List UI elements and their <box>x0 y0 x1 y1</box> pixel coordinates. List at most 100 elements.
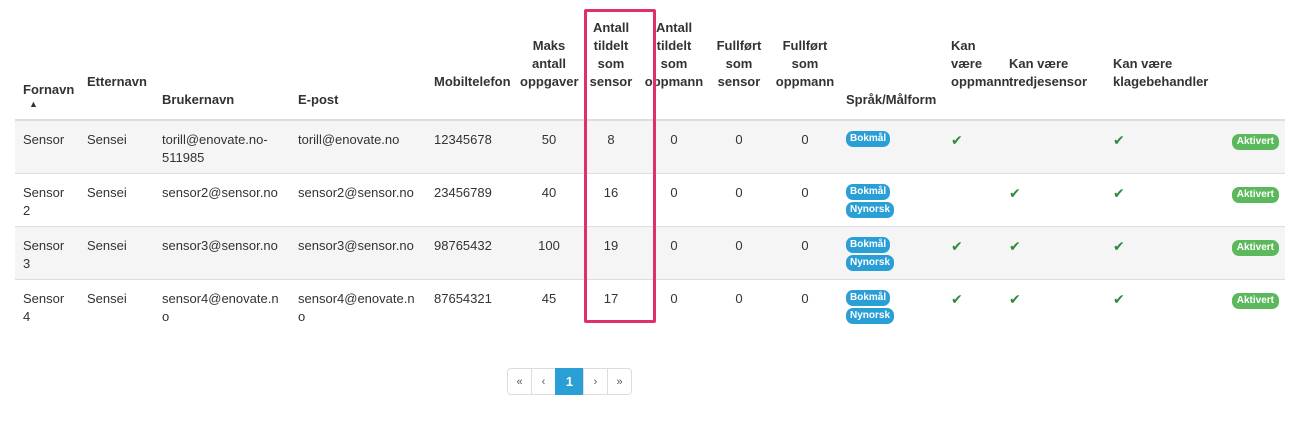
cell-kan-tredje <box>1001 119 1105 173</box>
cell-epost: sensor4@enovate.no <box>290 278 426 332</box>
language-badge-bokmal: Bokmål <box>846 236 891 253</box>
cell-status: Aktivert <box>1205 225 1285 279</box>
cell-fornavn: Sensor 2 <box>15 172 79 226</box>
cell-sprak: Bokmål Nynorsk <box>838 172 943 226</box>
status-badge: Aktivert <box>1231 186 1279 203</box>
cell-mobil: 23456789 <box>426 172 518 226</box>
cell-fullfort-sensor: 0 <box>706 172 772 226</box>
pagination-first-button[interactable]: « <box>507 368 532 395</box>
header-mobil[interactable]: Mobiltelefon <box>426 0 518 121</box>
cell-kan-tredje: ✔ <box>1001 278 1105 332</box>
header-kan-klage[interactable]: Kan være klagebehandler <box>1105 0 1209 121</box>
table-row[interactable]: Sensor 2 Sensei sensor2@sensor.no sensor… <box>15 172 1285 226</box>
header-fullfort-sensor[interactable]: Fullført som sensor <box>706 0 772 121</box>
cell-oppmann-count: 0 <box>642 119 706 173</box>
cell-oppmann-count: 0 <box>642 172 706 226</box>
cell-fornavn: Sensor 3 <box>15 225 79 279</box>
header-epost-label: E-post <box>298 92 339 107</box>
cell-status: Aktivert <box>1205 119 1285 173</box>
table-row[interactable]: Sensor 4 Sensei sensor4@enovate.no senso… <box>15 278 1285 332</box>
cell-status: Aktivert <box>1205 278 1285 332</box>
header-fornavn-label: Fornavn <box>23 82 75 97</box>
cell-kan-klage: ✔ <box>1105 172 1205 226</box>
pagination-prev-button[interactable]: ‹ <box>531 368 556 395</box>
status-badge: Aktivert <box>1231 239 1279 256</box>
header-kan-tredje[interactable]: Kan være tredjesensor <box>1001 0 1105 121</box>
cell-kan-oppmann: ✔ <box>943 278 1001 332</box>
cell-fullfort-oppmann: 0 <box>772 119 838 173</box>
table-row[interactable]: Sensor Sensei torill@enovate.no-511985 t… <box>15 119 1285 173</box>
cell-epost: torill@enovate.no <box>290 119 426 173</box>
cell-etternavn: Sensei <box>79 278 154 332</box>
cell-oppmann-count: 0 <box>642 278 706 332</box>
header-status <box>1205 0 1285 121</box>
header-fullfort-oppmann[interactable]: Fullført som oppmann <box>772 0 838 121</box>
header-kan-klage-label: Kan være klagebehandler <box>1113 56 1209 89</box>
language-badge-bokmal: Bokmål <box>846 289 891 306</box>
header-fornavn[interactable]: Fornavn ▲ <box>15 0 79 121</box>
cell-brukernavn: sensor4@enovate.no <box>154 278 290 332</box>
cell-maks: 40 <box>518 172 580 226</box>
table-header-row: Fornavn ▲ Etternavn Brukernavn E-post Mo… <box>15 0 1285 121</box>
cell-sensor-count: 8 <box>580 119 642 173</box>
cell-status: Aktivert <box>1205 172 1285 226</box>
cell-brukernavn: sensor2@sensor.no <box>154 172 290 226</box>
header-oppmann-count-label: Antall tildelt som oppmann <box>644 20 704 89</box>
cell-fullfort-sensor: 0 <box>706 278 772 332</box>
header-brukernavn-label: Brukernavn <box>162 92 235 107</box>
cell-kan-oppmann: ✔ <box>943 225 1001 279</box>
header-fullfort-oppmann-label: Fullført som oppmann <box>775 38 835 89</box>
header-etternavn[interactable]: Etternavn <box>79 0 154 121</box>
cell-fornavn: Sensor 4 <box>15 278 79 332</box>
cell-fornavn: Sensor <box>15 119 79 173</box>
pagination: « ‹ 1 › » <box>507 368 632 395</box>
cell-sprak: Bokmål Nynorsk <box>838 225 943 279</box>
cell-sprak: Bokmål <box>838 119 943 173</box>
cell-mobil: 98765432 <box>426 225 518 279</box>
cell-kan-klage: ✔ <box>1105 278 1205 332</box>
header-kan-oppmann[interactable]: Kan være oppmann <box>943 0 1010 121</box>
cell-fullfort-oppmann: 0 <box>772 225 838 279</box>
header-etternavn-label: Etternavn <box>87 74 147 89</box>
cell-epost: sensor2@sensor.no <box>290 172 426 226</box>
cell-mobil: 87654321 <box>426 278 518 332</box>
cell-maks: 100 <box>518 225 580 279</box>
check-icon: ✔ <box>1009 237 1021 254</box>
header-sensor-count[interactable]: Antall tildelt som sensor <box>580 0 642 121</box>
check-icon: ✔ <box>1009 290 1021 307</box>
header-sprak-label: Språk/Målform <box>846 92 937 107</box>
header-kan-tredje-label: Kan være tredjesensor <box>1009 56 1088 89</box>
header-epost[interactable]: E-post <box>290 0 426 121</box>
sensor-table: Fornavn ▲ Etternavn Brukernavn E-post Mo… <box>15 0 1285 332</box>
pagination-next-button[interactable]: › <box>583 368 608 395</box>
cell-maks: 45 <box>518 278 580 332</box>
cell-fullfort-sensor: 0 <box>706 225 772 279</box>
cell-kan-oppmann: ✔ <box>943 119 1001 173</box>
cell-sensor-count: 17 <box>580 278 642 332</box>
cell-fullfort-oppmann: 0 <box>772 278 838 332</box>
header-oppmann-count[interactable]: Antall tildelt som oppmann <box>642 0 706 121</box>
sort-ascending-icon: ▲ <box>29 99 38 109</box>
cell-kan-oppmann <box>943 172 1001 226</box>
cell-fullfort-oppmann: 0 <box>772 172 838 226</box>
cell-brukernavn: sensor3@sensor.no <box>154 225 290 279</box>
header-sprak[interactable]: Språk/Målform <box>838 0 943 121</box>
pagination-last-button[interactable]: » <box>607 368 632 395</box>
language-badge-bokmal: Bokmål <box>846 183 891 200</box>
header-maks[interactable]: Maks antall oppgaver <box>518 0 580 121</box>
cell-sensor-count: 16 <box>580 172 642 226</box>
header-maks-label: Maks antall oppgaver <box>520 38 579 89</box>
language-badge-bokmal: Bokmål <box>846 131 891 147</box>
header-mobil-label: Mobiltelefon <box>434 74 511 89</box>
check-icon: ✔ <box>1113 184 1125 201</box>
cell-kan-klage: ✔ <box>1105 225 1205 279</box>
status-badge: Aktivert <box>1231 134 1279 150</box>
header-brukernavn[interactable]: Brukernavn <box>154 0 290 121</box>
cell-kan-klage: ✔ <box>1105 119 1205 173</box>
check-icon: ✔ <box>951 132 963 148</box>
table-row[interactable]: Sensor 3 Sensei sensor3@sensor.no sensor… <box>15 225 1285 279</box>
check-icon: ✔ <box>1113 290 1125 307</box>
cell-sprak: Bokmål Nynorsk <box>838 278 943 332</box>
cell-mobil: 12345678 <box>426 119 518 173</box>
pagination-page-current[interactable]: 1 <box>555 368 584 395</box>
